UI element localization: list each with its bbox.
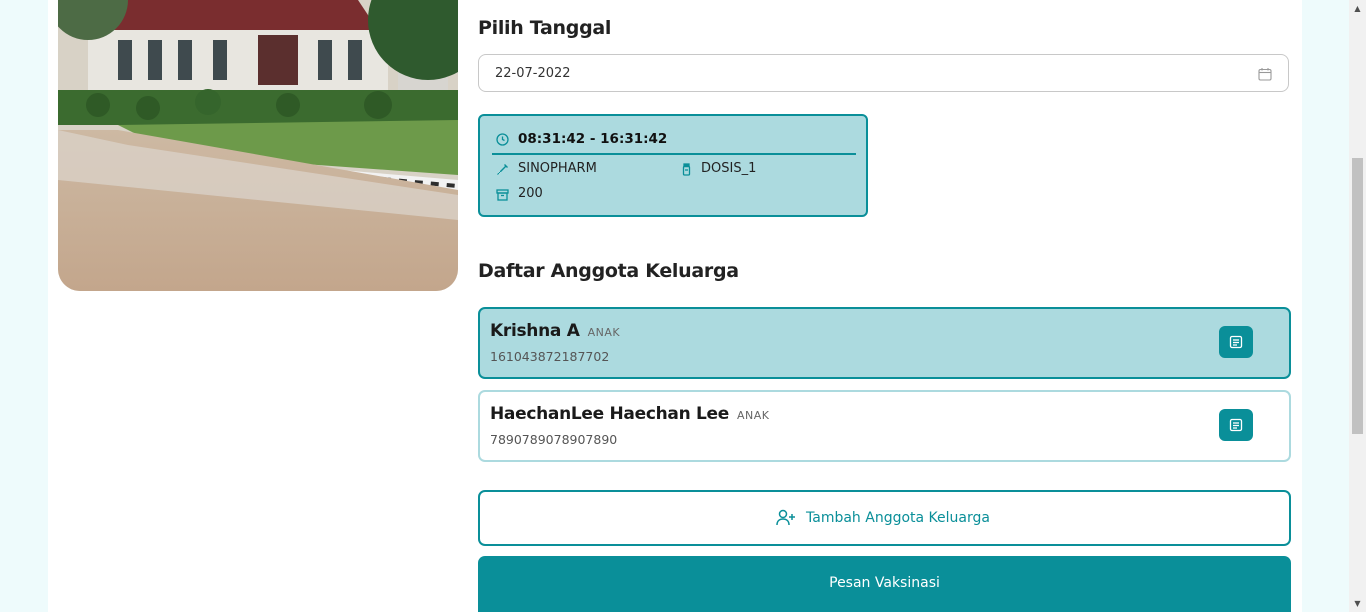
date-section-title: Pilih Tanggal [478, 17, 612, 39]
member-nik: 7890789078907890 [490, 432, 618, 447]
slot-quota: 200 [518, 186, 543, 201]
syringe-icon [496, 161, 509, 175]
order-vaccination-label: Pesan Vaksinasi [829, 575, 940, 591]
member-nik: 161043872187702 [490, 349, 610, 364]
member-role: ANAK [737, 409, 770, 422]
scrollbar-thumb[interactable] [1352, 158, 1363, 434]
slot-vaccine: SINOPHARM [518, 161, 597, 176]
location-photo [58, 0, 458, 291]
clock-icon [496, 131, 509, 146]
slot-dose: DOSIS_1 [701, 161, 757, 176]
document-icon [1229, 418, 1243, 432]
vial-icon [680, 161, 693, 176]
scroll-up-arrow-icon[interactable]: ▲ [1349, 0, 1366, 17]
member-detail-button[interactable] [1219, 326, 1253, 358]
family-member-card[interactable]: HaechanLee Haechan Lee ANAK 7890789078907… [478, 390, 1291, 462]
family-section-title: Daftar Anggota Keluarga [478, 260, 739, 282]
family-member-card[interactable]: Krishna A ANAK 161043872187702 [478, 307, 1291, 379]
scroll-down-arrow-icon[interactable]: ▼ [1349, 595, 1366, 612]
member-name: HaechanLee Haechan Lee [490, 404, 729, 424]
order-vaccination-button[interactable]: Pesan Vaksinasi [478, 556, 1291, 612]
add-family-member-label: Tambah Anggota Keluarga [806, 510, 990, 526]
member-name-line: HaechanLee Haechan Lee ANAK [490, 404, 770, 424]
member-detail-button[interactable] [1219, 409, 1253, 441]
date-value: 22-07-2022 [495, 66, 571, 81]
date-input[interactable]: 22-07-2022 [478, 54, 1289, 92]
page-scrollbar[interactable]: ▲ ▼ [1349, 0, 1366, 612]
box-icon [496, 186, 509, 201]
document-icon [1229, 335, 1243, 349]
calendar-icon[interactable] [1258, 66, 1272, 81]
slot-time: 08:31:42 - 16:31:42 [518, 131, 668, 147]
member-name: Krishna A [490, 321, 580, 341]
member-role: ANAK [587, 326, 621, 339]
vaccine-slot-card[interactable]: 08:31:42 - 16:31:42 SINOPHARM DOSIS_1 20… [478, 114, 868, 217]
member-name-line: Krishna A ANAK [490, 321, 620, 341]
user-plus-icon [776, 509, 795, 526]
slot-divider [492, 153, 856, 155]
add-family-member-button[interactable]: Tambah Anggota Keluarga [478, 490, 1291, 546]
